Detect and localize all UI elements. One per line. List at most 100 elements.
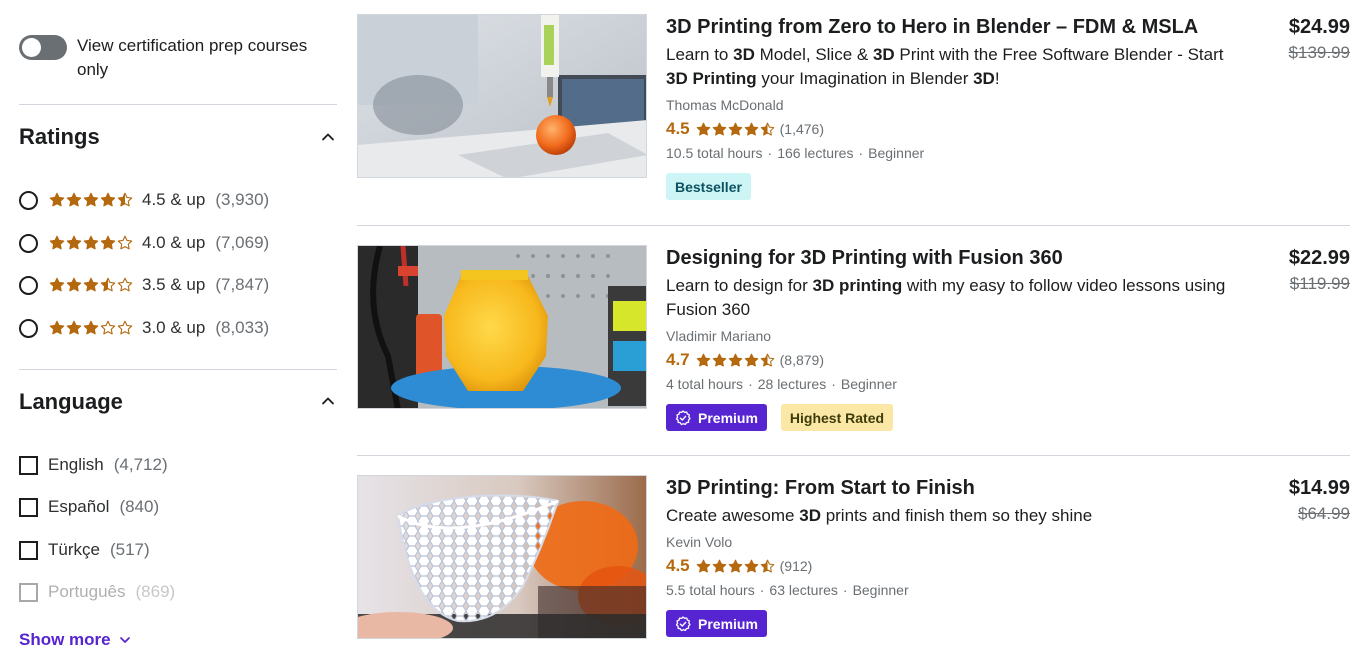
star-full-icon xyxy=(83,320,99,335)
language-option-turkce[interactable]: Türkçe (517) xyxy=(19,538,150,562)
course-price: $22.99 $119.99 xyxy=(1289,245,1350,294)
star-full-icon xyxy=(100,235,116,250)
course-title[interactable]: Designing for 3D Printing with Fusion 36… xyxy=(666,245,1246,271)
course-level: Beginner xyxy=(868,145,925,161)
chevron-up-icon[interactable] xyxy=(321,394,335,408)
course-level: Beginner xyxy=(840,376,897,392)
course-price: $24.99 $139.99 xyxy=(1289,14,1350,63)
divider xyxy=(357,455,1350,456)
cert-prep-toggle[interactable] xyxy=(19,35,67,60)
course-title[interactable]: 3D Printing: From Start to Finish xyxy=(666,475,1246,501)
current-price: $22.99 xyxy=(1288,247,1350,269)
language-option-english[interactable]: English (4,712) xyxy=(19,453,168,477)
lecture-count: 28 lectures xyxy=(757,376,827,392)
course-badges: Premium Highest Rated xyxy=(666,404,1246,431)
chevron-down-icon xyxy=(119,637,130,643)
course-description: Create awesome 3D prints and finish them… xyxy=(666,506,1093,525)
review-count: (912) xyxy=(779,558,813,574)
course-title[interactable]: 3D Printing from Zero to Hero in Blender… xyxy=(666,14,1246,40)
course-meta: 10.5 total hours · 166 lectures · Beginner xyxy=(666,145,925,161)
rating-option-label: 3.5 & up xyxy=(142,275,206,294)
checkbox[interactable] xyxy=(19,540,38,560)
checkbox[interactable] xyxy=(19,455,38,475)
star-full-icon xyxy=(712,559,726,572)
rating-option-count: (7,847) xyxy=(215,275,270,294)
star-empty-icon xyxy=(117,320,133,335)
rating-value: 4.5 xyxy=(666,556,690,575)
rating-option-4-0[interactable]: 4.0 & up (7,069) xyxy=(19,231,269,255)
language-option-espanol[interactable]: Español (840) xyxy=(19,495,159,519)
ratings-heading[interactable]: Ratings xyxy=(19,124,100,150)
rating-option-4-5[interactable]: 4.5 & up (3,930) xyxy=(19,188,269,212)
course-card[interactable]: 3D Printing from Zero to Hero in Blender… xyxy=(357,14,1350,214)
star-rating xyxy=(49,192,134,208)
rating-option-count: (3,930) xyxy=(215,190,270,209)
star-full-icon xyxy=(744,353,758,366)
star-full-icon xyxy=(49,235,65,250)
checkbox[interactable] xyxy=(19,582,38,602)
cert-prep-filter: View certification prep courses only xyxy=(19,34,337,82)
star-full-icon xyxy=(49,320,65,335)
rating-option-3-5[interactable]: 3.5 & up (7,847) xyxy=(19,273,269,297)
language-count: (869) xyxy=(135,582,176,601)
star-full-icon xyxy=(712,122,726,135)
star-full-icon xyxy=(696,122,710,135)
course-rating: 4.5 (912) xyxy=(666,555,1246,577)
bestseller-badge: Bestseller xyxy=(666,173,751,200)
radio-button[interactable] xyxy=(19,190,38,210)
checkbox[interactable] xyxy=(19,497,38,517)
rating-option-label: 3.0 & up xyxy=(142,318,206,337)
star-rating xyxy=(696,122,776,137)
course-badges: Premium xyxy=(666,610,1246,637)
star-rating xyxy=(696,353,776,368)
total-hours: 10.5 total hours xyxy=(666,145,763,161)
show-more-button[interactable]: Show more xyxy=(19,630,131,650)
star-full-icon xyxy=(66,192,82,207)
course-description: Learn to design for 3D printing with my … xyxy=(666,276,1226,319)
star-empty-icon xyxy=(117,277,133,292)
star-full-icon xyxy=(66,277,82,292)
rating-option-count: (7,069) xyxy=(215,233,270,252)
course-rating: 4.7 (8,879) xyxy=(666,349,1246,371)
course-card[interactable]: Designing for 3D Printing with Fusion 36… xyxy=(357,245,1350,445)
star-full-icon xyxy=(83,192,99,207)
rating-option-3-0[interactable]: 3.0 & up (8,033) xyxy=(19,316,269,340)
course-thumbnail-image xyxy=(358,15,646,177)
course-thumbnail[interactable] xyxy=(357,245,647,409)
original-price: $139.99 xyxy=(1288,43,1350,62)
divider xyxy=(19,104,337,105)
star-half-icon xyxy=(117,192,133,207)
star-full-icon xyxy=(744,559,758,572)
rating-option-label: 4.5 & up xyxy=(142,190,206,209)
chevron-up-icon[interactable] xyxy=(321,130,335,144)
star-half-icon xyxy=(760,353,774,366)
toggle-knob xyxy=(22,38,41,57)
premium-badge-label: Premium xyxy=(698,615,758,632)
radio-button[interactable] xyxy=(19,233,38,253)
course-thumbnail-image xyxy=(358,246,646,408)
language-name: English xyxy=(48,455,104,474)
radio-button[interactable] xyxy=(19,318,38,338)
divider xyxy=(19,369,337,370)
language-name: Türkçe xyxy=(48,540,100,559)
star-half-icon xyxy=(760,559,774,572)
course-badges: Bestseller xyxy=(666,173,1246,200)
course-card[interactable]: 3D Printing: From Start to Finish Create… xyxy=(357,475,1350,655)
highest-rated-badge: Highest Rated xyxy=(780,404,894,431)
star-full-icon xyxy=(49,277,65,292)
course-meta: 5.5 total hours · 63 lectures · Beginner xyxy=(666,582,909,598)
star-rating xyxy=(49,235,134,251)
star-empty-icon xyxy=(100,320,116,335)
course-thumbnail[interactable] xyxy=(357,475,647,639)
language-option-portugues[interactable]: Português (869) xyxy=(19,580,175,604)
language-heading[interactable]: Language xyxy=(19,389,123,415)
course-thumbnail[interactable] xyxy=(357,14,647,178)
radio-button[interactable] xyxy=(19,275,38,295)
rating-option-label: 4.0 & up xyxy=(142,233,206,252)
current-price: $14.99 xyxy=(1288,477,1350,499)
show-more-label: Show more xyxy=(19,630,111,649)
total-hours: 4 total hours xyxy=(666,376,744,392)
premium-badge: Premium xyxy=(666,610,767,637)
star-full-icon xyxy=(728,559,742,572)
star-half-icon xyxy=(100,277,116,292)
